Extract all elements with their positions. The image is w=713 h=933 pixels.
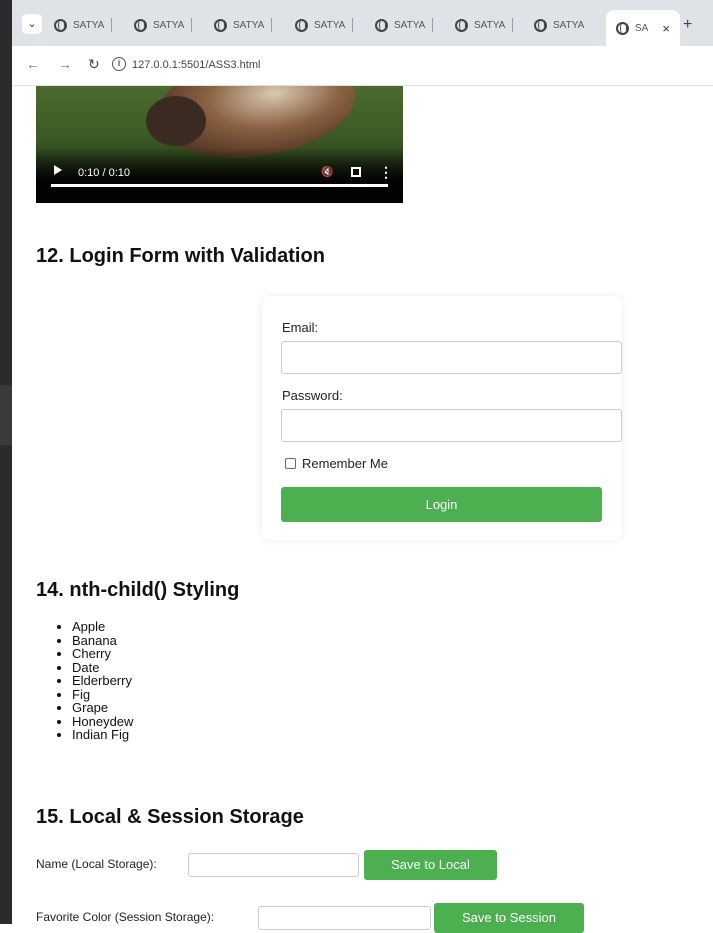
forward-icon[interactable]: → bbox=[58, 56, 72, 72]
play-icon[interactable] bbox=[54, 165, 62, 175]
video-progress-bar[interactable] bbox=[51, 184, 388, 187]
remember-me-checkbox[interactable] bbox=[285, 458, 296, 469]
tab-label: SATYA bbox=[73, 19, 105, 31]
globe-icon bbox=[616, 21, 629, 35]
list-item: Apple bbox=[72, 620, 133, 634]
reload-icon[interactable]: ↻ bbox=[88, 56, 100, 73]
tab-1[interactable]: SATYA bbox=[54, 12, 113, 38]
section-12-title: 12. Login Form with Validation bbox=[36, 245, 325, 267]
email-label: Email: bbox=[282, 320, 319, 335]
site-info-icon[interactable]: i bbox=[112, 57, 126, 71]
tab-label: SATYA bbox=[394, 19, 426, 31]
url-field[interactable]: 127.0.0.1:5501/ASS3.html bbox=[132, 59, 260, 71]
list-item: Cherry bbox=[72, 647, 133, 661]
video-player[interactable]: 0:10 / 0:10 🔇 ⋮ bbox=[36, 86, 403, 203]
tab-separator bbox=[352, 18, 354, 32]
back-icon[interactable]: ← bbox=[26, 56, 40, 72]
list-item: Grape bbox=[72, 701, 133, 715]
more-options-icon[interactable]: ⋮ bbox=[379, 164, 393, 181]
left-window-edge bbox=[0, 0, 12, 924]
save-session-button[interactable]: Save to Session bbox=[434, 903, 584, 933]
close-tab-icon[interactable]: × bbox=[662, 21, 670, 36]
list-item: Elderberry bbox=[72, 674, 133, 688]
list-item: Fig bbox=[72, 687, 133, 702]
tab-separator bbox=[271, 18, 273, 32]
video-time: 0:10 / 0:10 bbox=[78, 167, 130, 179]
video-frame-detail bbox=[146, 96, 206, 146]
tab-separator bbox=[111, 18, 113, 32]
tab-label: SATYA bbox=[474, 19, 506, 31]
globe-icon bbox=[134, 18, 147, 32]
globe-icon bbox=[214, 18, 227, 32]
name-local-input[interactable] bbox=[188, 853, 359, 877]
tab-strip: ⌄ SATYA SATYA SATYA SATYA SATYA SATYA SA… bbox=[12, 0, 713, 46]
password-field[interactable] bbox=[281, 409, 622, 442]
globe-icon bbox=[295, 18, 308, 32]
login-button[interactable]: Login bbox=[281, 487, 602, 522]
globe-icon bbox=[455, 18, 468, 32]
color-session-label: Favorite Color (Session Storage): bbox=[36, 910, 215, 924]
address-bar: ← → ↻ i 127.0.0.1:5501/ASS3.html bbox=[12, 46, 713, 86]
password-label: Password: bbox=[282, 388, 343, 403]
tab-2[interactable]: SATYA bbox=[134, 12, 193, 38]
left-edge-segment bbox=[0, 385, 12, 445]
tab-search-chevron-icon[interactable]: ⌄ bbox=[22, 14, 42, 34]
tab-active[interactable]: SA × bbox=[606, 10, 680, 46]
tab-label: SATYA bbox=[233, 19, 265, 31]
save-local-button[interactable]: Save to Local bbox=[364, 850, 497, 880]
fruit-list: Apple Banana Cherry Date Elderberry Fig … bbox=[52, 620, 133, 742]
tab-3[interactable]: SATYA bbox=[214, 12, 273, 38]
tab-separator bbox=[191, 18, 193, 32]
list-item: Honeydew bbox=[72, 714, 133, 729]
section-14-title: 14. nth-child() Styling bbox=[36, 579, 240, 601]
tab-label: SATYA bbox=[553, 19, 585, 31]
globe-icon bbox=[375, 18, 388, 32]
mute-icon[interactable]: 🔇 bbox=[321, 167, 333, 178]
color-session-input[interactable] bbox=[258, 906, 431, 930]
list-item: Indian Fig bbox=[72, 728, 133, 742]
new-tab-icon[interactable]: + bbox=[683, 16, 692, 34]
remember-me-label: Remember Me bbox=[302, 456, 388, 471]
tab-7[interactable]: SATYA bbox=[534, 12, 584, 38]
globe-icon bbox=[534, 18, 547, 32]
video-controls: 0:10 / 0:10 🔇 ⋮ bbox=[36, 148, 403, 203]
name-local-label: Name (Local Storage): bbox=[36, 857, 157, 871]
tab-separator bbox=[512, 18, 514, 32]
globe-icon bbox=[54, 18, 67, 32]
tab-6[interactable]: SATYA bbox=[455, 12, 514, 38]
section-15-title: 15. Local & Session Storage bbox=[36, 806, 304, 828]
tab-label: SA bbox=[635, 22, 649, 34]
tab-label: SATYA bbox=[153, 19, 185, 31]
tab-4[interactable]: SATYA bbox=[295, 12, 354, 38]
tab-separator bbox=[432, 18, 434, 32]
fullscreen-icon[interactable] bbox=[351, 167, 361, 177]
tab-label: SATYA bbox=[314, 19, 346, 31]
tab-5[interactable]: SATYA bbox=[375, 12, 434, 38]
email-field[interactable] bbox=[281, 341, 622, 374]
list-item: Date bbox=[72, 660, 133, 675]
list-item: Banana bbox=[72, 633, 133, 648]
